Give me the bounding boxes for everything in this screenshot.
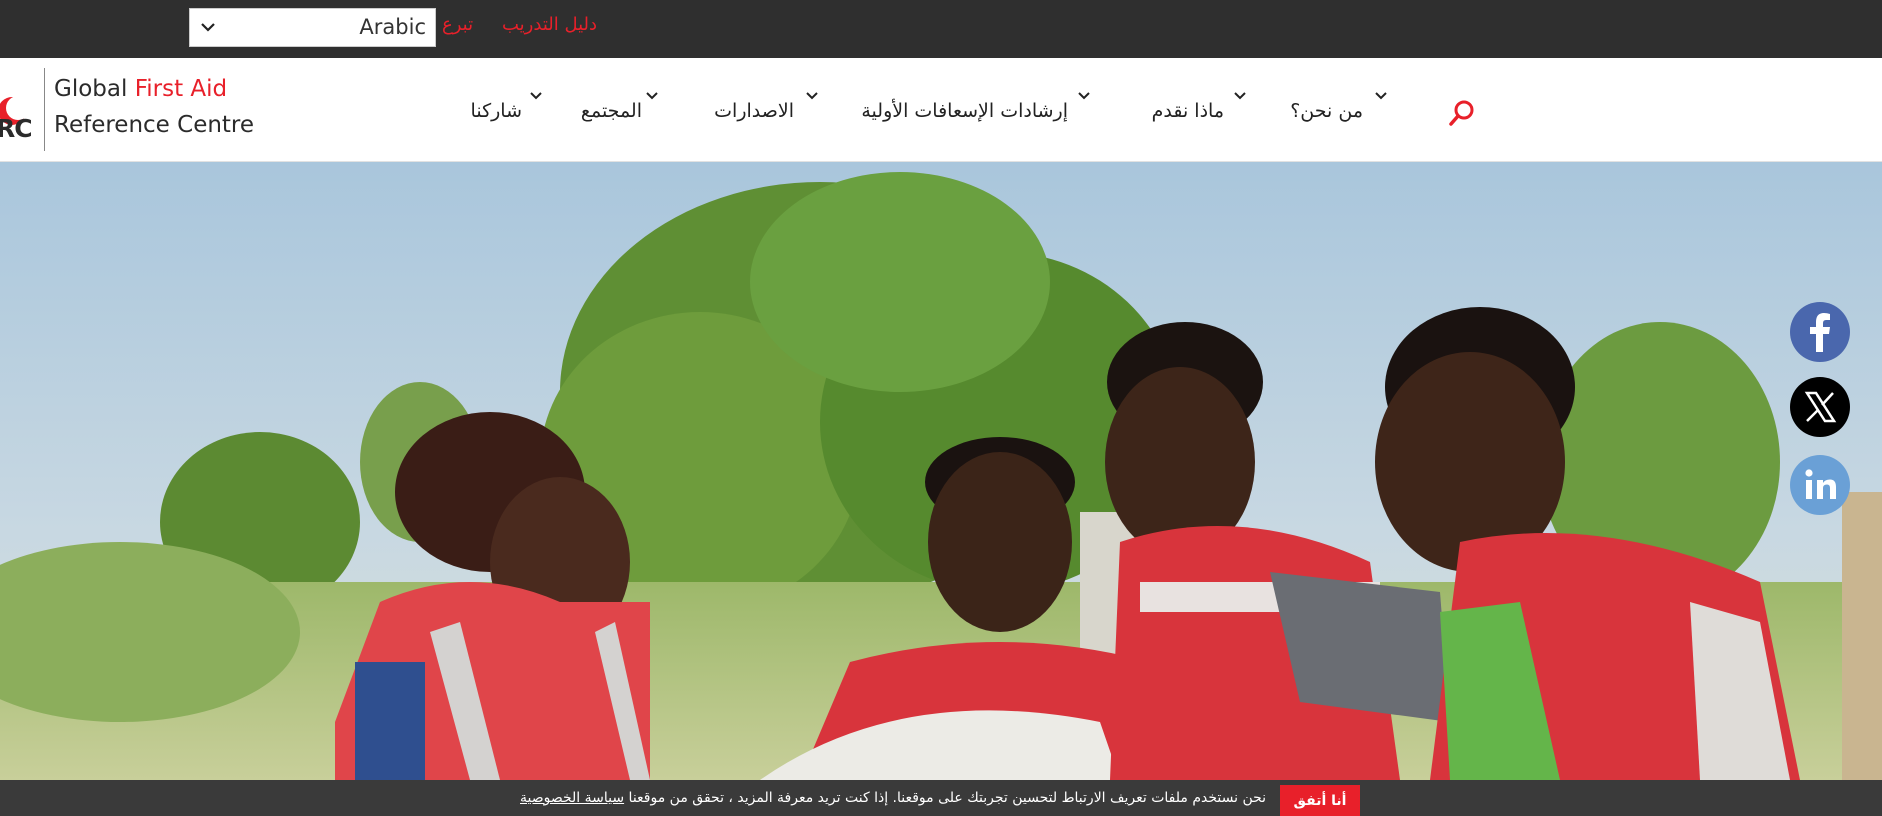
cookie-consent-bar: نحن نستخدم ملفات تعريف الارتباط لتحسين ت…: [0, 780, 1882, 816]
chevron-down-icon: [1375, 92, 1387, 100]
facebook-share-button[interactable]: [1790, 302, 1850, 362]
donate-link[interactable]: تبرع: [442, 14, 473, 35]
cookie-message-text: نحن نستخدم ملفات تعريف الارتباط لتحسين ت…: [628, 790, 1267, 806]
cookie-message: نحن نستخدم ملفات تعريف الارتباط لتحسين ت…: [520, 790, 1266, 806]
nav-item-get-involved[interactable]: شاركنا: [468, 92, 548, 130]
linkedin-share-button[interactable]: [1790, 455, 1850, 515]
nav-item-label: الاصدارات: [714, 100, 794, 122]
language-select-value: Arabic: [359, 15, 426, 39]
nav-item-label: المجتمع: [580, 100, 642, 122]
nav-item-label: إرشادات الإسعافات الأولية: [861, 100, 1068, 122]
search-icon[interactable]: [1448, 98, 1476, 128]
facebook-icon: [1810, 313, 1830, 352]
nav-item-label: من نحن؟: [1290, 100, 1363, 122]
site-subtitle: Reference Centre: [54, 112, 255, 138]
site-header: RC Global First Aid Reference Centre من …: [0, 58, 1882, 162]
nav-item-first-aid-guidelines[interactable]: إرشادات الإسعافات الأولية: [861, 92, 1096, 130]
hero-image: [0, 162, 1882, 780]
nav-item-community[interactable]: المجتمع: [576, 92, 670, 130]
site-title-accent: First Aid: [134, 76, 228, 102]
logo-divider: [44, 68, 45, 151]
site-title-plain: Global: [54, 76, 128, 102]
logo-mark-text: RC: [0, 114, 33, 143]
chevron-down-icon: [646, 92, 658, 100]
privacy-policy-link[interactable]: سياسة الخصوصية: [520, 790, 624, 806]
site-title[interactable]: Global First Aid: [54, 76, 227, 102]
x-share-button[interactable]: [1790, 377, 1850, 437]
chevron-down-icon: [806, 92, 818, 100]
nav-item-what-we-offer[interactable]: ماذا نقدم: [1150, 92, 1260, 130]
nav-item-about[interactable]: من نحن؟: [1290, 92, 1398, 130]
top-bar: Arabic تبرع دليل التدريب: [0, 0, 1882, 58]
training-guide-link[interactable]: دليل التدريب: [502, 14, 597, 35]
hero-photo: [0, 162, 1882, 780]
nav-item-label: شاركنا: [470, 100, 522, 122]
linkedin-icon: [1805, 469, 1836, 499]
nav-item-publications[interactable]: الاصدارات: [714, 92, 824, 130]
nav-item-label: ماذا نقدم: [1151, 100, 1224, 122]
chevron-down-icon: [201, 23, 215, 32]
language-select[interactable]: Arabic: [189, 8, 436, 47]
cookie-accept-button[interactable]: أنا أتفق: [1280, 785, 1360, 816]
chevron-down-icon: [1078, 92, 1090, 100]
chevron-down-icon: [530, 92, 542, 100]
chevron-down-icon: [1234, 92, 1246, 100]
x-icon: [1804, 391, 1837, 423]
